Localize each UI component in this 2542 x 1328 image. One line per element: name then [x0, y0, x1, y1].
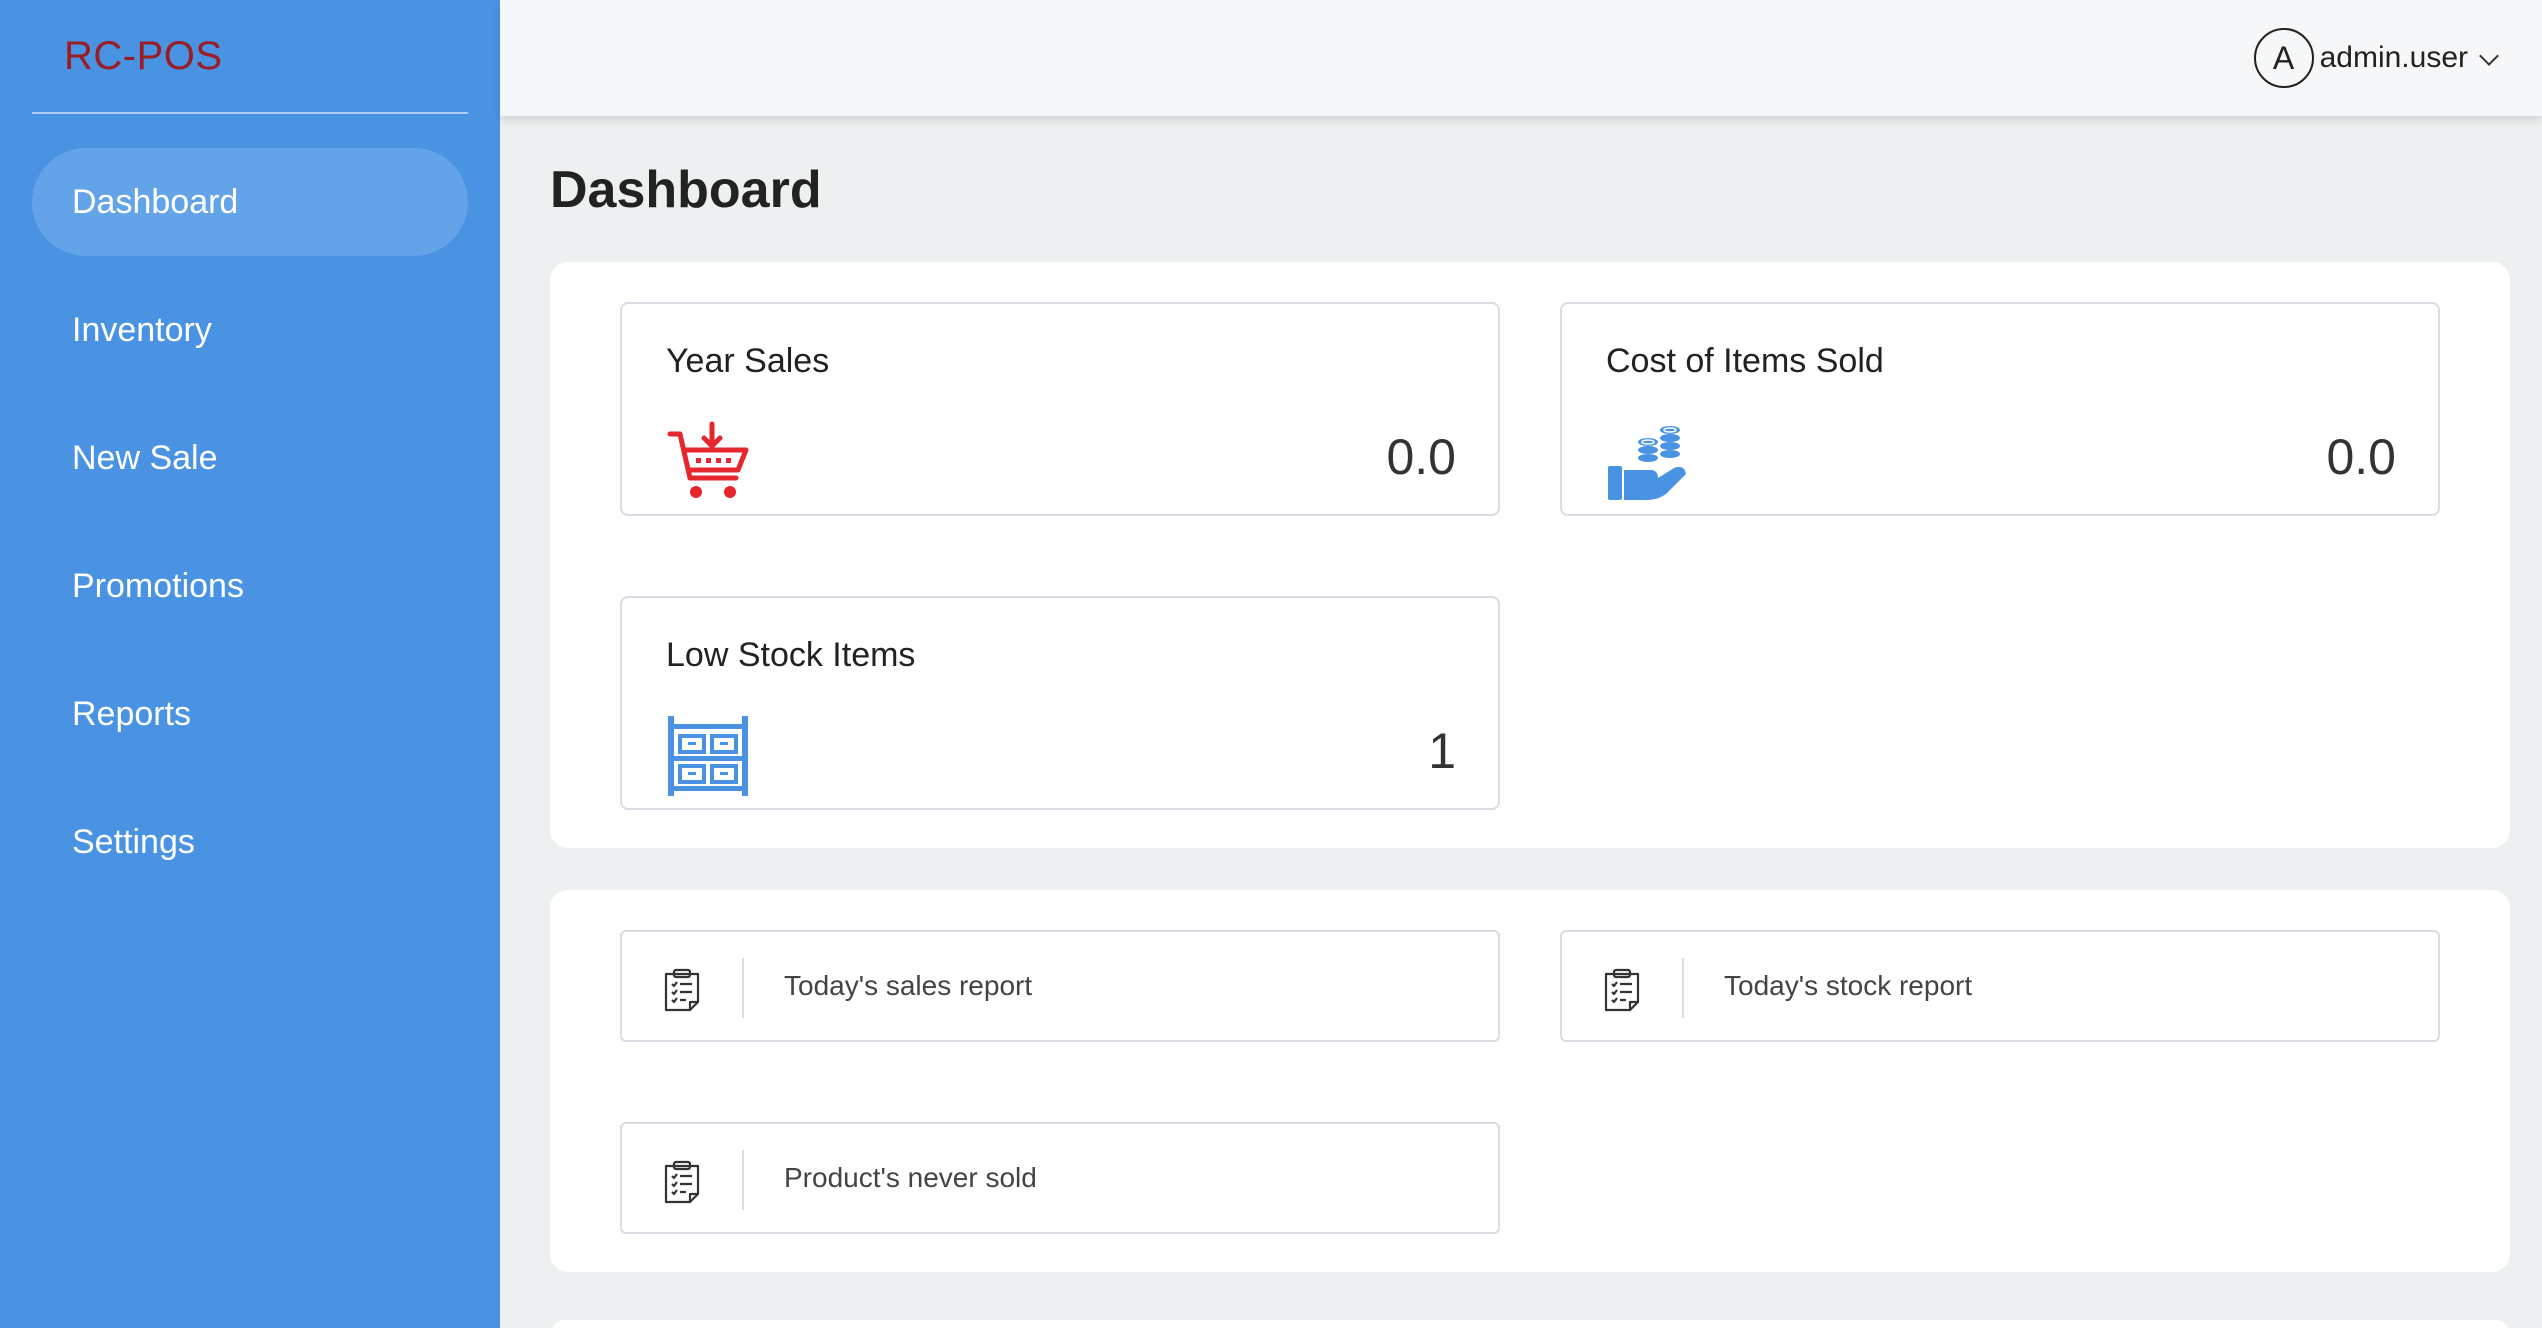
brand-divider — [32, 112, 468, 114]
report-products-never-sold[interactable]: Product's never sold — [620, 1122, 1500, 1234]
sidebar-item-inventory[interactable]: Inventory — [32, 276, 468, 384]
clipboard-icon — [664, 1160, 700, 1204]
report-label: Product's never sold — [784, 1162, 1037, 1193]
avatar[interactable]: A — [2253, 28, 2314, 88]
sidebar-item-label: Promotions — [72, 566, 244, 605]
warehouse-shelf-icon — [668, 716, 748, 796]
clipboard-icon — [664, 968, 700, 1012]
sidebar-item-settings[interactable]: Settings — [32, 788, 468, 896]
sidebar-item-new-sale[interactable]: New Sale — [32, 404, 468, 512]
top-bar: A admin.user — [500, 0, 2542, 116]
report-todays-stock[interactable]: Today's stock report — [1560, 930, 2440, 1042]
sidebar-item-label: New Sale — [72, 438, 218, 477]
sidebar-item-label: Reports — [72, 694, 192, 733]
sidebar-item-promotions[interactable]: Promotions — [32, 532, 468, 640]
sidebar-item-reports[interactable]: Reports — [32, 660, 468, 768]
user-menu[interactable]: A admin.user — [2253, 28, 2499, 88]
report-divider — [742, 958, 744, 1018]
clipboard-icon — [1604, 968, 1640, 1012]
stat-card-title: Year Sales — [666, 342, 830, 380]
username[interactable]: admin.user — [2320, 41, 2468, 75]
stat-card-year-sales: Year Sales 0.0 — [620, 302, 1500, 516]
sidebar-item-label: Settings — [72, 822, 195, 861]
stats-panel: Year Sales 0.0 Cost of Items Sold 0.0 Lo… — [550, 262, 2510, 848]
cart-download-icon — [667, 421, 749, 498]
report-divider — [742, 1150, 744, 1210]
stat-card-cost-items-sold: Cost of Items Sold 0.0 — [1560, 302, 2440, 516]
stat-card-value: 0.0 — [1386, 429, 1456, 485]
report-divider — [1682, 958, 1684, 1018]
stat-card-title: Low Stock Items — [666, 636, 916, 674]
hand-coins-icon — [1608, 426, 1686, 500]
sidebar-nav: Dashboard Inventory New Sale Promotions … — [0, 148, 500, 916]
sidebar-item-label: Inventory — [72, 310, 212, 349]
report-todays-sales[interactable]: Today's sales report — [620, 930, 1500, 1042]
chevron-down-icon[interactable] — [2479, 46, 2499, 66]
report-label: Today's sales report — [784, 970, 1033, 1001]
sidebar-item-dashboard[interactable]: Dashboard — [32, 148, 468, 256]
sidebar-item-label: Dashboard — [72, 182, 239, 221]
stat-card-low-stock-items: Low Stock Items 1 — [620, 596, 1500, 810]
brand-logo[interactable]: RC-POS — [64, 34, 223, 79]
report-label: Today's stock report — [1724, 970, 1973, 1001]
app-window: RC-POS Dashboard Inventory New Sale Prom… — [0, 0, 2542, 1328]
stat-card-title: Cost of Items Sold — [1606, 342, 1884, 380]
bottom-panel — [550, 1320, 2510, 1328]
stat-card-value: 0.0 — [2326, 429, 2396, 485]
page-title: Dashboard — [550, 161, 822, 219]
reports-panel: Today's sales report Today's stock repor… — [550, 890, 2510, 1272]
stat-card-value: 1 — [1428, 723, 1456, 779]
sidebar: RC-POS Dashboard Inventory New Sale Prom… — [0, 0, 500, 1328]
